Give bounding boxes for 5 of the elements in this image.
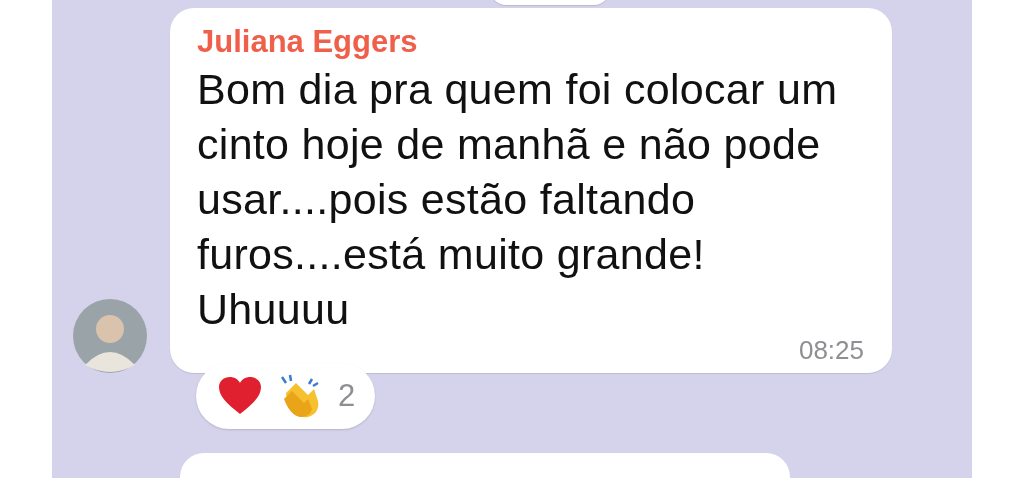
message-time: 08:25 — [798, 334, 864, 367]
reactions-pill[interactable]: 2 — [196, 363, 376, 429]
message-text: Bom dia pra quem foi colocar um cinto hoje de manhã e não pode usar....pois estão faltando furos....está muito grande! Uhuuuu — [197, 64, 839, 335]
reaction-count: 2 — [338, 377, 356, 415]
sender-name: Juliana Eggers — [197, 23, 418, 61]
